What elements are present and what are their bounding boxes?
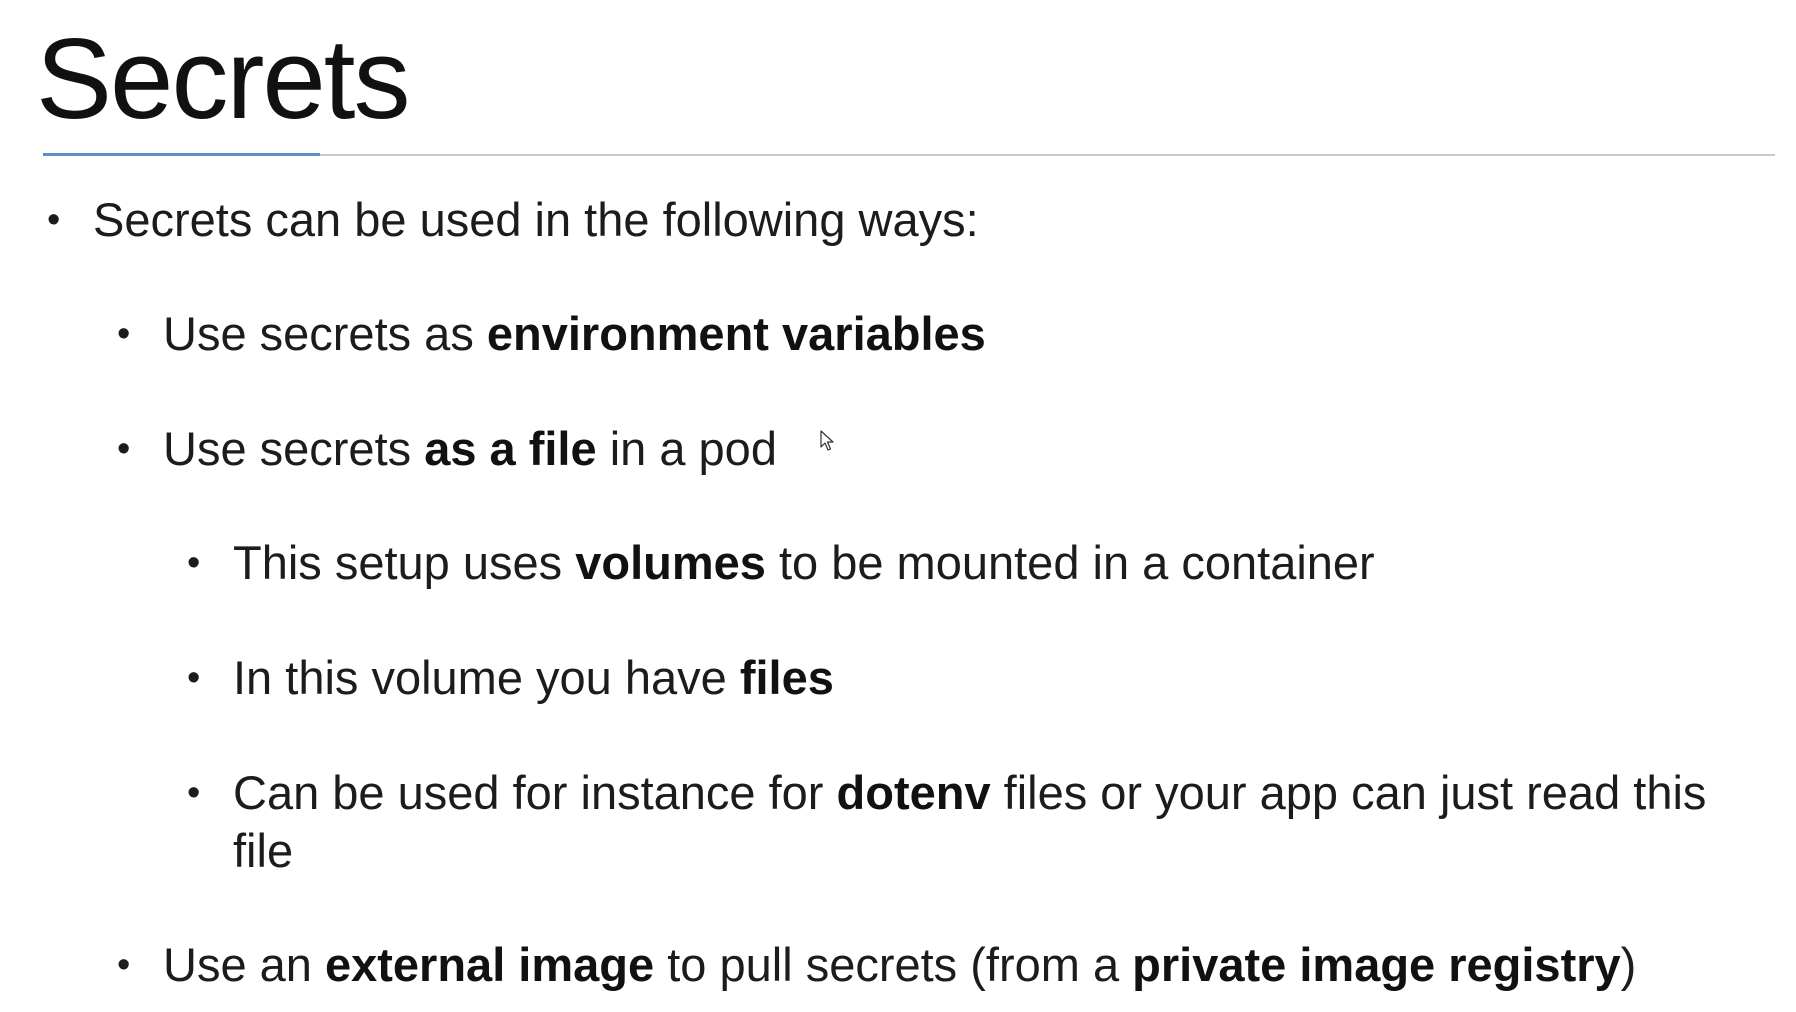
bullet-emphasis: external image (324, 938, 655, 991)
slide-title: Secrets (36, 16, 410, 143)
mouse-pointer-icon (820, 430, 834, 451)
bullet-emphasis: as a file (424, 422, 597, 475)
title-divider-accent (43, 153, 320, 156)
bullet-text: to be mounted in a container (765, 536, 1375, 589)
bullet-text: In this volume you have (233, 651, 740, 704)
bullet-emphasis: private image registry (1132, 938, 1621, 991)
bullet-dot: • (187, 772, 201, 814)
bullet-text: Secrets can be used in the following way… (93, 193, 979, 246)
bullet-dotenv: • Can be used for instance for dotenv fi… (187, 764, 1763, 880)
bullet-text: to pull secrets (from a (654, 938, 1133, 991)
bullet-text: ) (1620, 938, 1637, 991)
bullet-secrets-usage: • Secrets can be used in the following w… (47, 191, 979, 249)
bullet-emphasis: volumes (575, 536, 766, 589)
bullet-text: in a pod (596, 422, 777, 475)
bullet-dot: • (117, 428, 131, 470)
bullet-dot: • (187, 657, 201, 699)
bullet-dot: • (117, 944, 131, 986)
bullet-text: Use secrets as (163, 307, 487, 360)
bullet-text: This setup uses (233, 536, 576, 589)
bullet-volumes: • This setup uses volumes to be mounted … (187, 534, 1375, 592)
bullet-dot: • (47, 199, 61, 241)
bullet-env-variables: • Use secrets as environment variables (117, 305, 986, 363)
bullet-external-image: • Use an external image to pull secrets … (117, 936, 1637, 994)
bullet-text: Can be used for instance for (233, 766, 837, 819)
bullet-dot: • (187, 542, 201, 584)
bullet-emphasis: environment variables (486, 307, 986, 360)
bullet-emphasis: files (739, 651, 834, 704)
bullet-files: • In this volume you have files (187, 649, 834, 707)
bullet-text: Use an (163, 938, 325, 991)
bullet-dot: • (117, 313, 131, 355)
bullet-as-file: • Use secrets as a file in a pod (117, 420, 777, 478)
bullet-emphasis: dotenv (836, 766, 991, 819)
bullet-text: Use secrets (163, 422, 425, 475)
